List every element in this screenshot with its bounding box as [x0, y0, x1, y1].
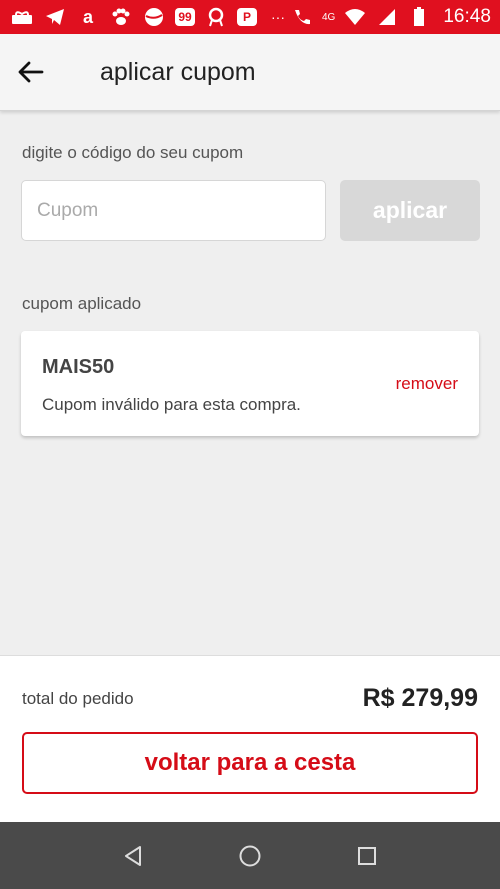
app99-icon: 99: [175, 8, 195, 26]
amazon-icon: a: [82, 6, 93, 27]
pin-icon: [204, 7, 228, 27]
coupon-code: MAIS50: [42, 356, 115, 378]
coupon-input-label: digite o código do seu cupom: [22, 143, 244, 162]
paw-icon: [109, 7, 133, 27]
system-status: 4G 16:48: [290, 6, 491, 28]
page-title: aplicar cupom: [100, 57, 256, 86]
back-to-cart-button[interactable]: voltar para a cesta: [22, 732, 478, 794]
notification-icons: a 99 P ···: [10, 7, 290, 27]
back-button[interactable]: [0, 34, 62, 111]
apply-button[interactable]: aplicar: [340, 180, 480, 241]
order-total-label: total do pedido: [22, 689, 134, 708]
network-type: 4G: [322, 11, 336, 23]
home-circle-icon: [239, 845, 261, 866]
order-total-value: R$ 279,99: [362, 684, 478, 712]
nav-back-button[interactable]: [108, 831, 158, 881]
status-bar: a 99 P ··· 4G 16:48: [0, 0, 500, 34]
recents-square-icon: [357, 846, 376, 865]
back-triangle-icon: [125, 845, 142, 866]
arrow-left-icon: [18, 61, 44, 83]
wifi-icon: [343, 7, 367, 27]
signal-icon: [375, 7, 399, 27]
telegram-icon: [43, 7, 67, 27]
clock: 16:48: [443, 6, 491, 27]
pepsi-icon: [142, 7, 166, 27]
gift-icon: [10, 7, 34, 27]
nav-recents-button[interactable]: [342, 831, 392, 881]
coupon-error-message: Cupom inválido para esta compra.: [42, 395, 301, 414]
battery-icon: [407, 7, 431, 27]
remove-coupon-button[interactable]: remover: [396, 374, 458, 394]
system-nav-bar: [0, 822, 500, 889]
nav-home-button[interactable]: [225, 831, 275, 881]
coupon-input[interactable]: [21, 180, 326, 241]
app-bar: aplicar cupom: [0, 34, 500, 111]
parking-icon: P: [237, 8, 257, 26]
more-dots-icon: ···: [271, 9, 285, 25]
call-icon: [290, 7, 314, 27]
applied-coupon-card: MAIS50 Cupom inválido para esta compra. …: [21, 331, 479, 436]
applied-coupon-label: cupom aplicado: [22, 294, 142, 313]
order-summary: total do pedido R$ 279,99 voltar para a …: [0, 655, 500, 822]
